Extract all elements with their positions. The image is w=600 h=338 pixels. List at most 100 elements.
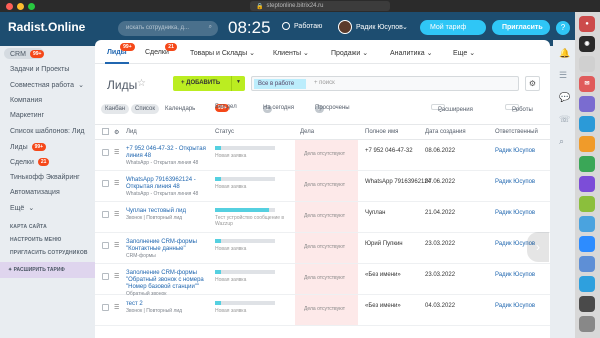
sitemap-link[interactable]: КАРТА САЙТА (10, 224, 47, 230)
table-row[interactable]: ☰ тест 2 Звонок | Повторный лид Новая зая… (95, 295, 550, 326)
avatar[interactable] (338, 20, 352, 34)
app-icon[interactable]: ◉ (579, 36, 595, 52)
chat-icon[interactable]: 💬 (559, 92, 570, 103)
sidebar-item-crm-label[interactable]: CRM 99+ (10, 50, 45, 58)
app-icon[interactable] (579, 96, 595, 112)
lead-name-link[interactable]: Чуплан тестовый лид Звонок | Повторный ли… (126, 208, 214, 221)
trash-icon[interactable] (579, 316, 595, 332)
responsible-link[interactable]: Радик Юсупов (495, 303, 535, 309)
filter-search[interactable]: Все в работе + поиск (251, 76, 519, 91)
lead-name-link[interactable]: +7 952 046-47-32 - Открытая линия 48 What… (126, 146, 214, 166)
tab-products[interactable]: Товары и Склады ⌄ (190, 49, 255, 57)
help-icon[interactable]: ? (556, 21, 570, 35)
lead-name-link[interactable]: WhatsApp 79163962124 - Открытая линия 48… (126, 177, 214, 197)
row-checkbox[interactable] (102, 242, 109, 249)
sidebar-item-collab[interactable]: Совместная работа ⌄ (10, 81, 84, 90)
logo[interactable]: Radist.Online (8, 20, 85, 34)
tab-deals[interactable]: Сделки 21 (145, 43, 177, 56)
sidebar-item-automation[interactable]: Автоматизация (10, 189, 60, 196)
column-header[interactable]: Лид (126, 129, 137, 135)
status-bar[interactable] (215, 177, 275, 181)
app-icon[interactable] (579, 116, 595, 132)
search-icon[interactable]: ⌕ (559, 136, 564, 147)
app-icon[interactable] (579, 276, 595, 292)
gear-icon[interactable]: ⚙ (525, 76, 540, 91)
table-row[interactable]: ☰ Чуплан тестовый лид Звонок | Повторный … (95, 202, 550, 233)
view-calendar[interactable]: Календарь (165, 106, 195, 112)
row-checkbox[interactable] (102, 273, 109, 280)
column-header[interactable]: Статус (215, 129, 234, 135)
table-row[interactable]: ☰ WhatsApp 79163962124 - Открытая линия … (95, 171, 550, 202)
view-list[interactable]: Список (131, 104, 159, 114)
sidebar-item-tinkoff[interactable]: Тинькофф Эквайринг (10, 174, 80, 181)
configure-menu-link[interactable]: НАСТРОИТЬ МЕНЮ (10, 237, 62, 243)
chevron-right-icon[interactable]: › (527, 232, 549, 262)
maximize-window-icon[interactable] (28, 2, 35, 10)
sidebar-item-tasks[interactable]: Задачи и Проекты (10, 66, 69, 73)
tab-more[interactable]: Еще ⌄ (453, 49, 475, 57)
responsible-link[interactable]: Радик Юсупов (495, 272, 535, 278)
filter-chip[interactable]: Все в работе (254, 79, 306, 89)
close-window-icon[interactable] (6, 2, 13, 10)
add-button[interactable]: + ДОБАВИТЬ ▼ (173, 76, 245, 91)
status-bar[interactable] (215, 208, 275, 212)
menu-icon[interactable]: ☰ (559, 70, 567, 81)
tab-leads[interactable]: Лиды 99+ (107, 43, 135, 56)
column-header[interactable]: Ответственный (495, 129, 538, 135)
tab-clients[interactable]: Клиенты ⌄ (273, 49, 309, 57)
menu-icon[interactable]: ☰ (114, 242, 119, 249)
responsible-link[interactable]: Радик Юсупов (495, 179, 535, 185)
app-icon[interactable] (579, 56, 595, 72)
lead-name-link[interactable]: тест 2 Звонок | Повторный лид (126, 301, 214, 314)
tab-sales[interactable]: Продажи ⌄ (331, 49, 368, 57)
responsible-link[interactable]: Радик Юсупов (495, 210, 535, 216)
responsible-link[interactable]: Радик Юсупов (495, 148, 535, 154)
status-bar[interactable] (215, 270, 275, 274)
chevron-down-icon[interactable]: ▼ (231, 76, 245, 91)
app-icon[interactable] (579, 236, 595, 252)
select-all-checkbox[interactable] (102, 128, 109, 135)
sidebar-item-templates[interactable]: Список шаблонов: Лид (10, 128, 84, 135)
search-input[interactable]: искать сотрудника, д... ⌕ (118, 21, 218, 36)
sidebar-item-more[interactable]: Ещё ⌄ (10, 204, 34, 213)
bell-icon[interactable]: 🔔 (559, 48, 570, 59)
user-name[interactable]: Радик Юсупов (356, 24, 403, 31)
column-header[interactable]: Дата создания (425, 129, 466, 135)
chevron-down-icon[interactable]: ⌄ (402, 23, 408, 31)
robots-button[interactable]: ▭ Роботы (505, 104, 533, 114)
my-plan-button[interactable]: Мой тариф (420, 20, 486, 35)
invite-button[interactable]: Пригласить (492, 20, 550, 35)
app-icon[interactable] (579, 256, 595, 272)
menu-icon[interactable]: ☰ (114, 304, 119, 311)
menu-icon[interactable]: ☰ (114, 273, 119, 280)
app-icon[interactable] (579, 176, 595, 192)
app-icon[interactable]: ● (579, 16, 595, 32)
menu-icon[interactable]: ☰ (114, 211, 119, 218)
work-status[interactable]: Работаю (282, 22, 322, 30)
invite-staff-link[interactable]: ПРИГЛАСИТЬ СОТРУДНИКОВ (10, 250, 88, 256)
sidebar-item-marketing[interactable]: Маркетинг (10, 112, 44, 119)
star-icon[interactable]: ☆ (137, 78, 146, 89)
row-checkbox[interactable] (102, 304, 109, 311)
table-row[interactable]: ☰ Заполнение CRM-формы "Обратный звонок … (95, 264, 550, 297)
table-row[interactable]: ☰ +7 952 046-47-32 - Открытая линия 48 Wh… (95, 140, 550, 171)
app-icon[interactable] (579, 156, 595, 172)
status-bar[interactable] (215, 146, 275, 150)
menu-icon[interactable]: ☰ (114, 180, 119, 187)
row-checkbox[interactable] (102, 211, 109, 218)
minimize-window-icon[interactable] (17, 2, 24, 10)
phone-icon[interactable]: ☏ (559, 114, 570, 125)
lead-name-link[interactable]: Заполнение CRM-формы "Обратный звонок с … (126, 270, 214, 297)
menu-icon[interactable]: ☰ (114, 149, 119, 156)
lead-name-link[interactable]: Заполнение CRM-формы "Контактные данные"… (126, 239, 214, 259)
app-icon[interactable] (579, 196, 595, 212)
address-bar[interactable]: 🔒 steptonline.bitrix24.ru (250, 1, 390, 11)
app-icon[interactable] (579, 296, 595, 312)
status-bar[interactable] (215, 239, 275, 243)
expand-tariff-button[interactable]: ✦ РАСШИРИТЬ ТАРИФ (0, 262, 95, 278)
status-bar[interactable] (215, 301, 275, 305)
app-icon[interactable] (579, 216, 595, 232)
column-header[interactable]: Полное имя (365, 129, 398, 135)
view-kanban[interactable]: Канбан (101, 104, 130, 114)
row-checkbox[interactable] (102, 180, 109, 187)
